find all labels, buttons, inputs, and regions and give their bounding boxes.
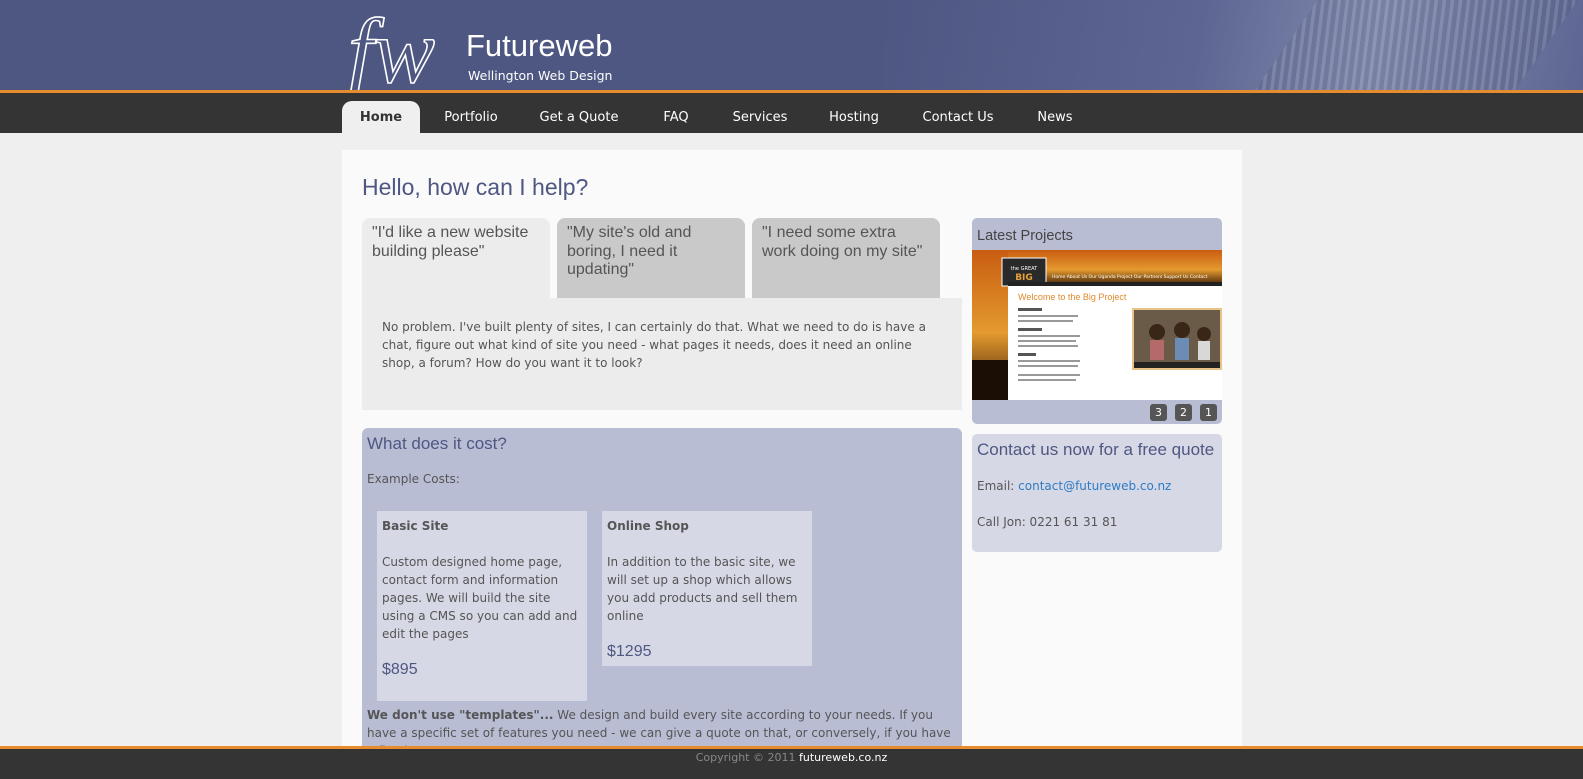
price-card-description: In addition to the basic site, we will s…: [607, 555, 798, 623]
pager-button-2[interactable]: 2: [1175, 404, 1192, 421]
footer-text: Copyright © 2011 futureweb.co.nz: [0, 751, 1583, 764]
pager-button-3[interactable]: 3: [1150, 404, 1167, 421]
site-footer: Copyright © 2011 futureweb.co.nz: [0, 746, 1583, 779]
cost-intro: Example Costs:: [367, 472, 460, 486]
email-link[interactable]: contact@futureweb.co.nz: [1018, 479, 1171, 493]
svg-text:BIG: BIG: [1015, 273, 1033, 283]
price-card-price: $895: [382, 661, 418, 678]
latest-projects-panel: Latest Projects the GREAT BIG Home About…: [972, 218, 1222, 424]
nav-contact-us[interactable]: Contact Us: [910, 101, 1006, 136]
latest-projects-title: Latest Projects: [977, 228, 1073, 244]
cost-title: What does it cost?: [367, 434, 507, 453]
email-label: Email:: [977, 479, 1015, 493]
price-card-name: Basic Site: [382, 519, 449, 533]
cost-section: What does it cost? Example Costs: Basic …: [362, 428, 962, 758]
price-card-online-shop: Online Shop In addition to the basic sit…: [602, 511, 812, 666]
site-header: fw Futureweb Wellington Web Design: [0, 0, 1583, 90]
svg-text:Home About Us Our Uganda Pro: Home About Us Our Uganda Project Our Par…: [1052, 274, 1208, 280]
price-card-price: $1295: [607, 643, 652, 660]
nav-news[interactable]: News: [1026, 101, 1084, 136]
contact-phone: Call Jon: 0221 61 31 81: [977, 515, 1118, 529]
project-screenshot-image: the GREAT BIG Home About Us Our Uganda P…: [972, 250, 1222, 400]
main-nav: Home Portfolio Get a Quote FAQ Services …: [0, 90, 1583, 136]
cost-note-emphasis: We don't use "templates"...: [367, 708, 554, 722]
tab-panel-content: No problem. I've built plenty of sites, …: [362, 298, 962, 410]
contact-title: Contact us now for a free quote: [977, 440, 1215, 459]
contact-panel: Contact us now for a free quote Email: c…: [972, 434, 1222, 552]
copyright-text: Copyright © 2011: [695, 751, 796, 764]
main-content: Hello, how can I help? "I'd like a new w…: [342, 150, 1242, 758]
nav-get-a-quote[interactable]: Get a Quote: [530, 101, 628, 136]
tab-extra-work[interactable]: "I need some extra work doing on my site…: [752, 218, 940, 300]
contact-email-line: Email: contact@futureweb.co.nz: [977, 479, 1171, 493]
svg-text:Welcome to the Big Project: Welcome to the Big Project: [1018, 292, 1127, 302]
futureweb-logo-icon[interactable]: fw: [348, 10, 460, 90]
pager-button-1[interactable]: 1: [1200, 404, 1217, 421]
price-card-basic-site: Basic Site Custom designed home page, co…: [377, 511, 587, 701]
nav-hosting[interactable]: Hosting: [818, 101, 890, 136]
svg-text:fw: fw: [348, 10, 435, 90]
tab-new-website[interactable]: "I'd like a new website building please": [362, 218, 550, 308]
nav-faq[interactable]: FAQ: [652, 101, 700, 136]
footer-site-link[interactable]: futureweb.co.nz: [799, 751, 887, 764]
svg-text:the GREAT: the GREAT: [1011, 266, 1038, 272]
brand-name[interactable]: Futureweb: [466, 28, 612, 64]
nav-portfolio[interactable]: Portfolio: [434, 101, 508, 136]
price-card-description: Custom designed home page, contact form …: [382, 555, 578, 641]
tab-site-update[interactable]: "My site's old and boring, I need it upd…: [557, 218, 745, 300]
project-screenshot[interactable]: the GREAT BIG Home About Us Our Uganda P…: [972, 250, 1222, 400]
price-card-name: Online Shop: [607, 519, 689, 533]
nav-services[interactable]: Services: [722, 101, 798, 136]
nav-home[interactable]: Home: [342, 101, 420, 136]
page-title: Hello, how can I help?: [362, 174, 589, 200]
brand-tagline: Wellington Web Design: [468, 68, 613, 83]
